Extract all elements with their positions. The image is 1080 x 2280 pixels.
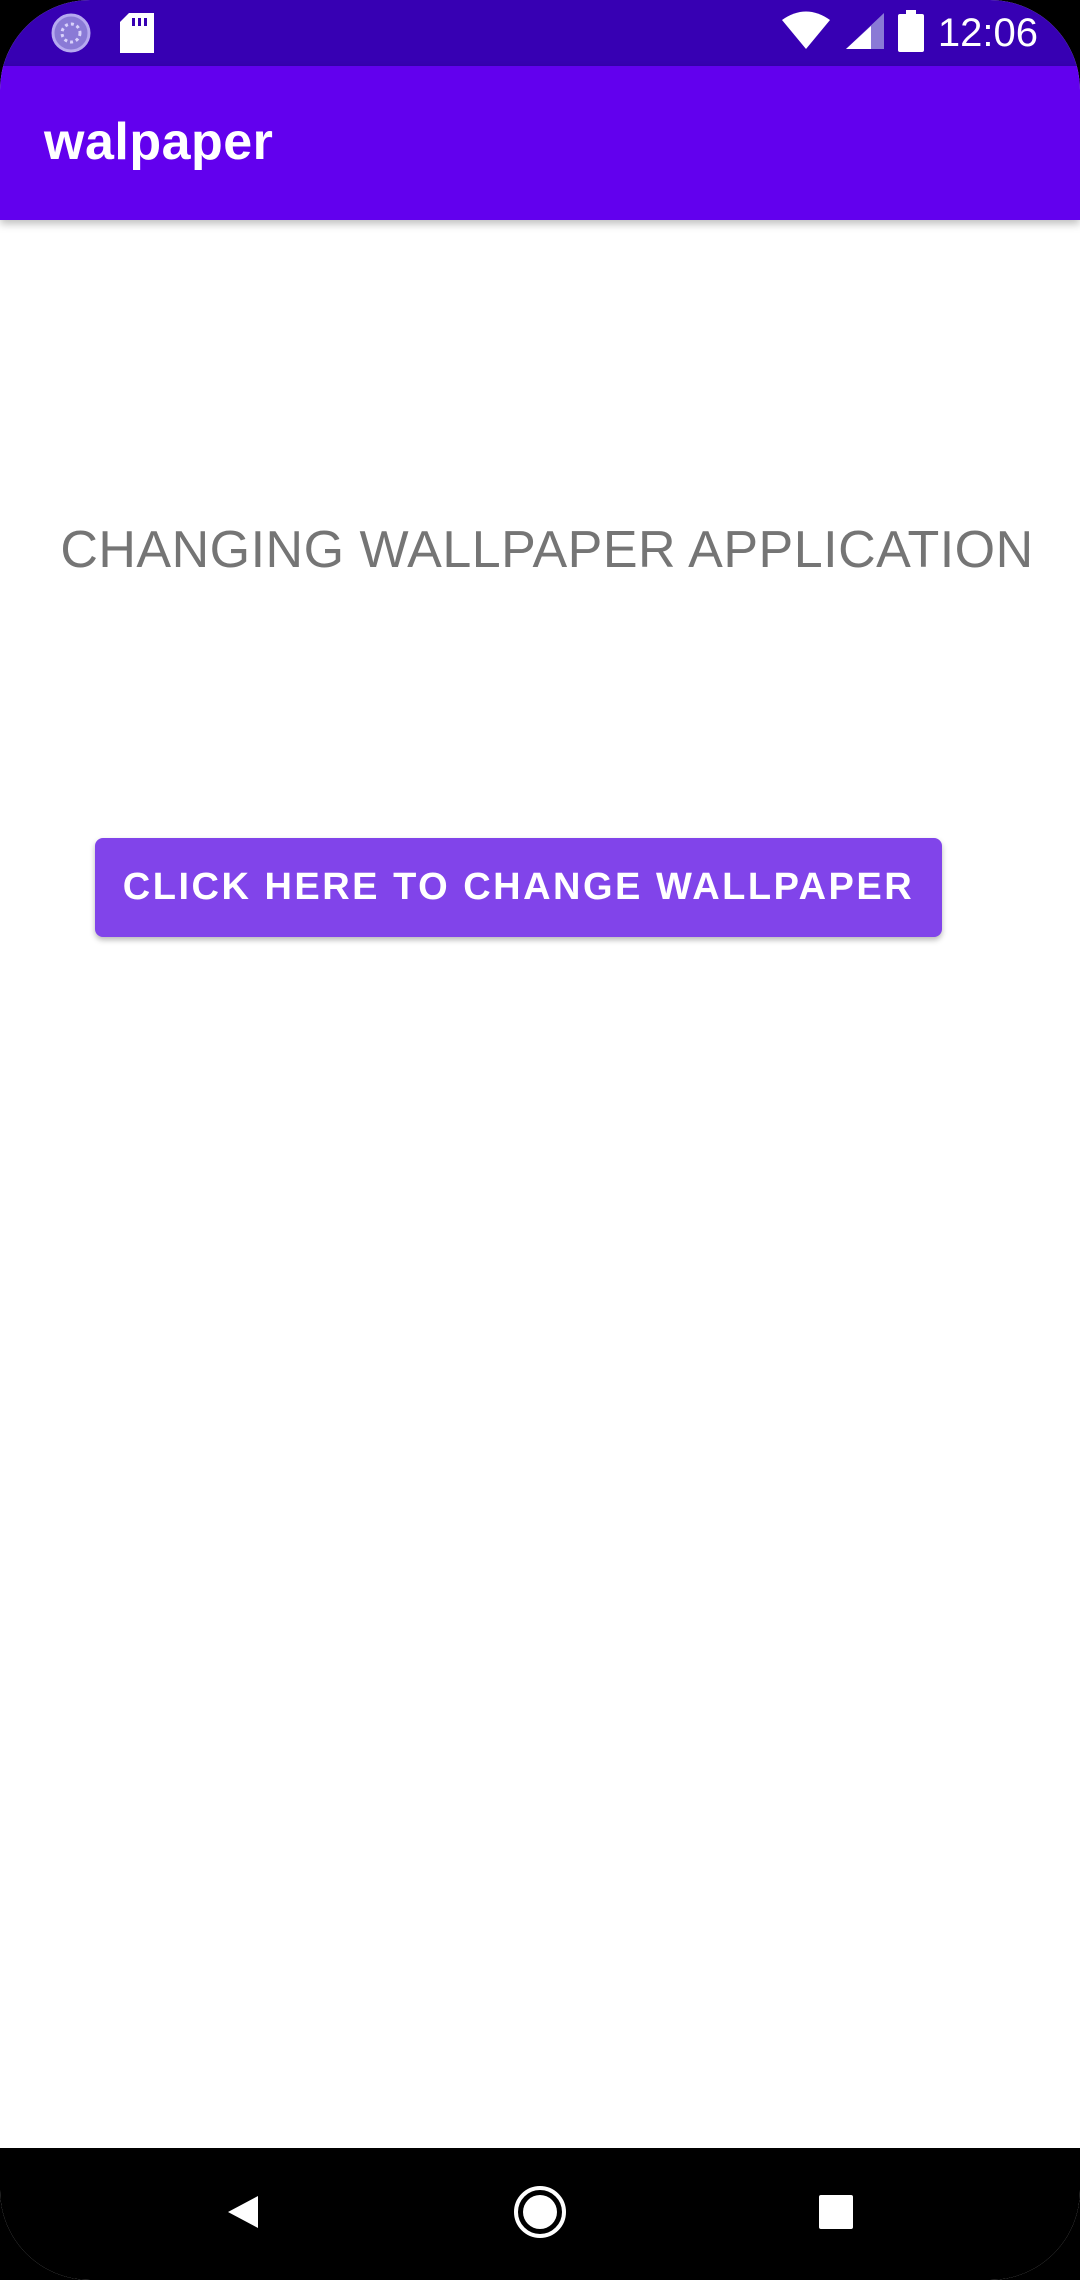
signal-icon [844, 11, 884, 56]
status-time: 12:06 [937, 11, 1038, 55]
battery-icon [897, 9, 924, 57]
app-title: walpaper [44, 113, 274, 171]
back-icon [222, 2192, 262, 2237]
home-icon [512, 2184, 568, 2245]
change-wallpaper-button[interactable]: CLICK HERE TO CHANGE WALLPAPER [95, 838, 942, 937]
status-right-icons: 12:06 [781, 8, 1038, 58]
app-bar: walpaper [0, 66, 1080, 220]
sd-card-icon [120, 13, 154, 58]
recents-button[interactable] [800, 2178, 872, 2250]
main-content: CHANGING WALLPAPER APPLICATION CLICK HER… [0, 220, 1080, 2148]
wifi-icon [781, 11, 830, 56]
status-left-icons [50, 12, 154, 59]
home-button[interactable] [504, 2178, 576, 2250]
navigation-bar [0, 2148, 1080, 2280]
status-bar: 12:06 [0, 0, 1080, 66]
phone-screen: 12:06 walpaper CHANGING WALLPAPER APPLIC… [0, 0, 1080, 2280]
page-headline: CHANGING WALLPAPER APPLICATION [60, 521, 1034, 579]
recents-icon [816, 2192, 856, 2237]
back-button[interactable] [206, 2178, 278, 2250]
loading-icon [50, 12, 92, 59]
